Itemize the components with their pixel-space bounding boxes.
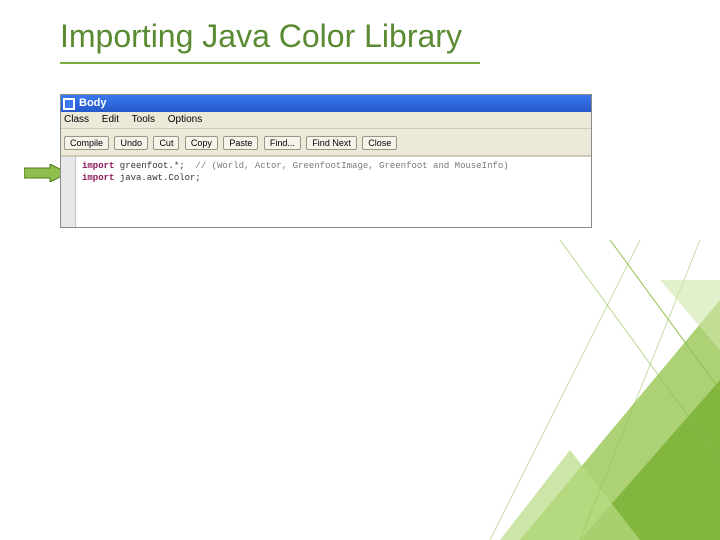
editor-window: Body Class Edit Tools Options Compile Un… — [60, 94, 592, 228]
app-icon — [63, 98, 75, 110]
title-underline — [60, 62, 480, 64]
menu-edit[interactable]: Edit — [102, 114, 119, 125]
code-segment: greenfoot.*; — [114, 161, 195, 171]
find-button[interactable]: Find... — [264, 136, 301, 150]
findnext-button[interactable]: Find Next — [306, 136, 357, 150]
page-title: Importing Java Color Library — [60, 18, 462, 55]
paste-button[interactable]: Paste — [223, 136, 258, 150]
decorative-shapes — [460, 240, 720, 540]
code-comment: // (World, Actor, GreenfootImage, Greenf… — [195, 161, 508, 171]
keyword-import: import — [82, 173, 114, 183]
keyword-import: import — [82, 161, 114, 171]
window-titlebar: Body — [61, 95, 591, 112]
copy-button[interactable]: Copy — [185, 136, 218, 150]
compile-button[interactable]: Compile — [64, 136, 109, 150]
code-area: import greenfoot.*; // (World, Actor, Gr… — [61, 156, 591, 227]
gutter — [61, 157, 76, 227]
cut-button[interactable]: Cut — [153, 136, 179, 150]
slide: Importing Java Color Library Body Class … — [0, 0, 720, 540]
undo-button[interactable]: Undo — [114, 136, 148, 150]
menu-bar: Class Edit Tools Options — [61, 112, 591, 129]
code-segment: java.awt.Color; — [114, 173, 200, 183]
window-title-text: Body — [79, 95, 107, 112]
code-text[interactable]: import greenfoot.*; // (World, Actor, Gr… — [76, 157, 591, 227]
toolbar: Compile Undo Cut Copy Paste Find... Find… — [61, 129, 591, 156]
close-button[interactable]: Close — [362, 136, 397, 150]
menu-options[interactable]: Options — [168, 114, 202, 125]
menu-class[interactable]: Class — [64, 114, 89, 125]
menu-tools[interactable]: Tools — [132, 114, 155, 125]
